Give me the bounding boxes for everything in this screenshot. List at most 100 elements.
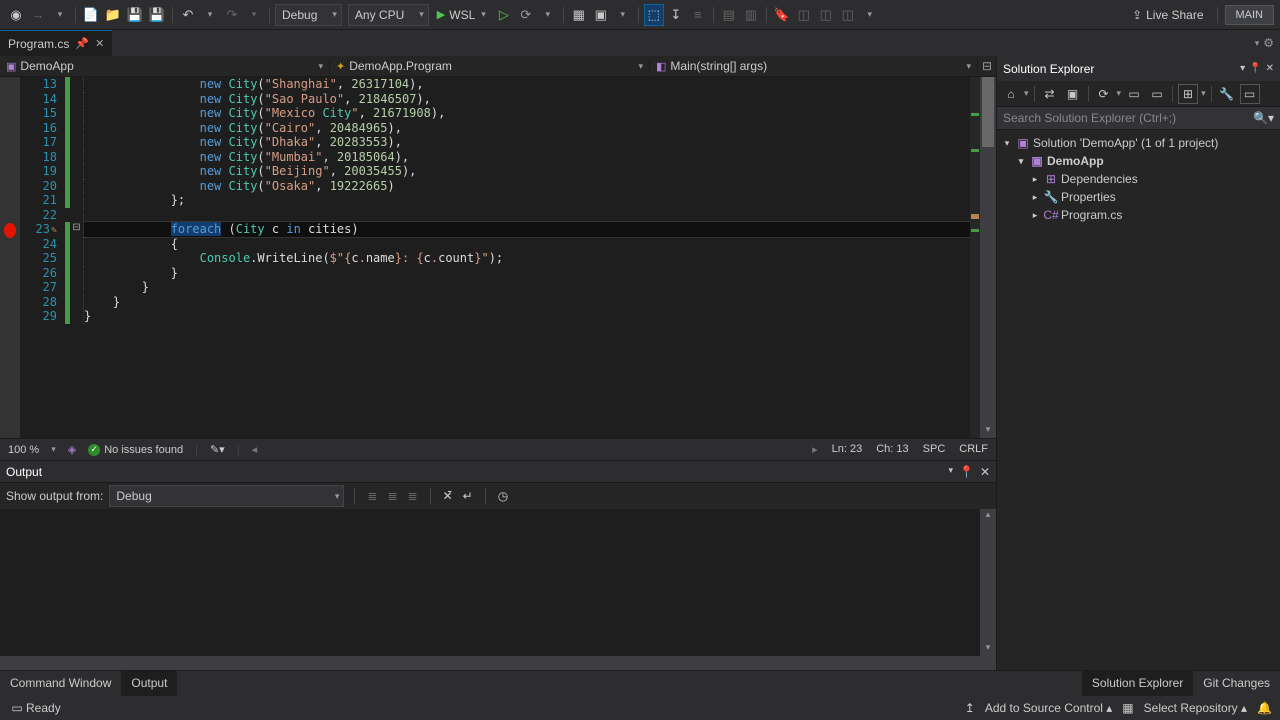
out-tool-2[interactable]: ≣	[385, 487, 399, 505]
se-sync-icon[interactable]: ⇄	[1040, 84, 1060, 104]
zoom-level[interactable]: 100 %	[8, 444, 39, 456]
code-editor[interactable]: 1314151617181920212223✎242526272829 ⊟ ne…	[0, 77, 996, 438]
start-nodebug-icon[interactable]: ▷	[494, 4, 514, 26]
btab-solution-explorer[interactable]: Solution Explorer	[1082, 671, 1193, 696]
out-tool-1[interactable]: ≣	[365, 487, 379, 505]
se-properties-icon[interactable]: 🔧	[1217, 84, 1237, 104]
se-tool-2[interactable]: ▭	[1124, 84, 1144, 104]
split-icon[interactable]: ⊟	[978, 59, 996, 73]
tb-icon-2-drop[interactable]: ▾	[613, 4, 633, 26]
new-item-icon[interactable]: ▾	[50, 4, 70, 26]
crumb-class[interactable]: ✦ DemoApp.Program ▾	[330, 59, 650, 73]
se-search-input[interactable]: Search Solution Explorer (Ctrl+;) 🔍▾	[997, 107, 1280, 130]
indent-indicator[interactable]: SPC	[923, 443, 946, 456]
save-icon[interactable]: 💾	[125, 4, 145, 26]
open-file-icon[interactable]: 📄	[81, 4, 101, 26]
undo-drop-icon[interactable]: ▾	[200, 4, 220, 26]
close-icon[interactable]: ✕	[95, 37, 104, 50]
nav-fwd-icon[interactable]: →	[28, 4, 48, 26]
undo-icon[interactable]: ↶	[178, 4, 198, 26]
pin-icon[interactable]: 📌	[75, 37, 89, 50]
tb-icon-9[interactable]: ◫	[816, 4, 836, 26]
tb-icon-6[interactable]: ▤	[719, 4, 739, 26]
se-preview-icon[interactable]: ▭	[1240, 84, 1260, 104]
tb-overflow[interactable]: ▾	[860, 4, 880, 26]
btab-output[interactable]: Output	[121, 671, 177, 696]
char-indicator[interactable]: Ch: 13	[876, 443, 908, 456]
nav-back-icon[interactable]: ◉	[6, 4, 26, 26]
tb-icon-2[interactable]: ▣	[591, 4, 611, 26]
tb-icon-4[interactable]: ↧	[666, 4, 686, 26]
se-node-solution-demoapp-1-of-1-project-[interactable]: ▾▣Solution 'DemoApp' (1 of 1 project)	[997, 134, 1280, 152]
se-tool-3[interactable]: ▭	[1147, 84, 1167, 104]
tb-icon-7[interactable]: ▥	[741, 4, 761, 26]
error-lens-icon[interactable]: ◈	[68, 443, 76, 456]
start-debug-button[interactable]: ▶ WSL ▾	[431, 4, 492, 26]
bottom-tab-strip: Command WindowOutput Solution ExplorerGi…	[0, 670, 1280, 696]
se-node-dependencies[interactable]: ▸⊞Dependencies	[997, 170, 1280, 188]
output-source-dropdown[interactable]: Debug ▾	[109, 485, 344, 507]
bookmark-icon[interactable]: 🔖	[772, 4, 792, 26]
tabs-settings-icon[interactable]: ⚙	[1263, 36, 1274, 50]
output-body[interactable]: ▴ ▾	[0, 509, 996, 670]
solution-explorer-panel: Solution Explorer ▾ 📍 ✕ ⌂ ▾ ⇄ ▣ ⟳ ▾ ▭ ▭ …	[996, 56, 1280, 670]
config-dropdown[interactable]: Debug▾	[275, 4, 342, 26]
redo-icon[interactable]: ↷	[222, 4, 242, 26]
nav-left-icon[interactable]: ◂	[252, 443, 258, 456]
output-title-bar[interactable]: Output ▾ 📍 ✕	[0, 461, 996, 483]
se-node-program-cs[interactable]: ▸C#Program.cs	[997, 206, 1280, 224]
crumb-project[interactable]: ▣ DemoApp ▾	[0, 59, 330, 73]
output-vscrollbar[interactable]: ▴ ▾	[980, 509, 996, 670]
out-tool-wrap[interactable]: ↵	[461, 487, 475, 505]
brush-icon[interactable]: ✎▾	[210, 443, 225, 456]
se-node-properties[interactable]: ▸🔧Properties	[997, 188, 1280, 206]
se-pin-icon[interactable]: 📍	[1249, 63, 1261, 74]
se-tool-4[interactable]: ⊞	[1178, 84, 1198, 104]
output-close-icon[interactable]: ✕	[980, 465, 990, 479]
issues-status[interactable]: ✓ No issues found	[88, 444, 183, 456]
se-title-bar[interactable]: Solution Explorer ▾ 📍 ✕	[997, 56, 1280, 81]
sb-select-repo[interactable]: Select Repository ▴	[1144, 701, 1247, 715]
out-tool-clear[interactable]: ✕̄	[441, 487, 455, 505]
line-indicator[interactable]: Ln: 23	[832, 443, 863, 456]
hot-reload-drop[interactable]: ▾	[538, 4, 558, 26]
main-branch-button[interactable]: MAIN	[1225, 5, 1275, 25]
hot-reload-icon[interactable]: ⟳	[516, 4, 536, 26]
se-refresh-icon[interactable]: ⟳	[1094, 84, 1114, 104]
file-tab-programcs[interactable]: Program.cs 📌 ✕	[0, 30, 112, 56]
se-tree[interactable]: ▾▣Solution 'DemoApp' (1 of 1 project)▾▣D…	[997, 130, 1280, 670]
se-tool-1[interactable]: ▣	[1063, 84, 1083, 104]
output-hscrollbar[interactable]	[0, 656, 980, 670]
btab-git-changes[interactable]: Git Changes	[1193, 671, 1280, 696]
output-pin-icon[interactable]: 📍	[959, 465, 974, 479]
nav-right-icon[interactable]: ▸	[812, 443, 818, 456]
platform-dropdown[interactable]: Any CPU▾	[348, 4, 429, 26]
sb-cloud-icon[interactable]: ▭	[8, 701, 26, 715]
editor-scrollbar[interactable]: ▴ ▾	[980, 77, 996, 438]
se-close-icon[interactable]: ✕	[1266, 63, 1274, 74]
btab-command-window[interactable]: Command Window	[0, 671, 121, 696]
se-chevron-icon[interactable]: ▾	[1240, 63, 1245, 74]
zoom-chevron-icon[interactable]: ▾	[51, 444, 56, 455]
tb-icon-3[interactable]: ⬚	[644, 4, 664, 26]
sb-bell-icon[interactable]: 🔔	[1257, 701, 1272, 715]
eol-indicator[interactable]: CRLF	[959, 443, 988, 456]
overview-ruler[interactable]	[970, 77, 980, 438]
tabs-chevron-icon[interactable]: ▾	[1255, 38, 1260, 49]
crumb-method[interactable]: ◧ Main(string[] args) ▾	[650, 59, 978, 73]
out-tool-3[interactable]: ≣	[406, 487, 420, 505]
editor-status-bar: 100 % ▾ ◈ ✓ No issues found | ✎▾ | ◂ ▸ L…	[0, 438, 996, 460]
out-tool-clock[interactable]: ◷	[496, 487, 510, 505]
open-project-icon[interactable]: 📁	[103, 4, 123, 26]
output-chevron-icon[interactable]: ▾	[948, 465, 953, 479]
save-all-icon[interactable]: 💾	[147, 4, 167, 26]
se-home-icon[interactable]: ⌂	[1001, 84, 1021, 104]
tb-icon-5[interactable]: ≡	[688, 4, 708, 26]
se-node-demoapp[interactable]: ▾▣DemoApp	[997, 152, 1280, 170]
tb-icon-10[interactable]: ◫	[838, 4, 858, 26]
sb-add-source-control[interactable]: Add to Source Control ▴	[985, 701, 1112, 715]
tb-icon-8[interactable]: ◫	[794, 4, 814, 26]
tb-icon-1[interactable]: ▦	[569, 4, 589, 26]
redo-drop-icon[interactable]: ▾	[244, 4, 264, 26]
live-share-button[interactable]: ⇪ Live Share	[1126, 8, 1209, 22]
